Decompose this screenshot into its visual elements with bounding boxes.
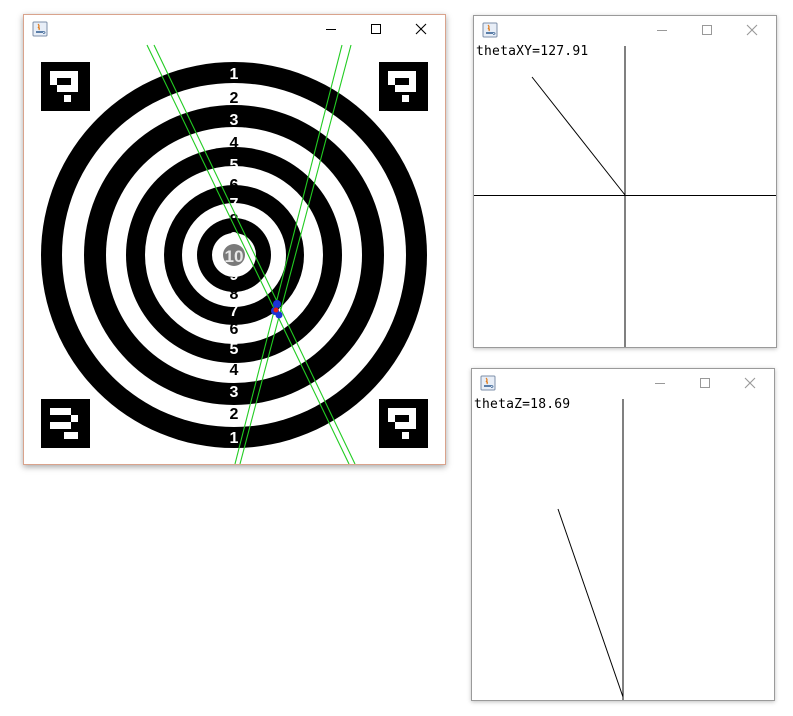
close-icon bbox=[746, 24, 758, 36]
ring-label-3: 3 bbox=[230, 384, 239, 401]
ring-label-5: 5 bbox=[230, 341, 239, 358]
theta-xy-window: thetaXY=127.91 bbox=[473, 15, 777, 348]
maximize-button[interactable] bbox=[685, 16, 729, 44]
ring-label-4: 4 bbox=[230, 135, 239, 152]
java-app-icon bbox=[480, 375, 496, 391]
ring-label-8: 8 bbox=[230, 286, 239, 303]
theta-xy-titlebar[interactable] bbox=[474, 16, 776, 44]
ring-label-3: 3 bbox=[230, 112, 239, 129]
ring-label-2: 2 bbox=[230, 90, 239, 107]
theta-z-window: thetaZ=18.69 bbox=[471, 368, 775, 701]
maximize-icon bbox=[700, 378, 710, 388]
close-icon bbox=[744, 377, 756, 389]
minimize-icon bbox=[655, 383, 665, 384]
ring-label-9: 9 bbox=[230, 267, 239, 284]
theta-xy-canvas: thetaXY=127.91 bbox=[474, 44, 776, 347]
close-button[interactable] bbox=[399, 15, 443, 43]
ring-label-1: 1 bbox=[230, 66, 239, 83]
theta-z-plot bbox=[557, 399, 624, 700]
close-button[interactable] bbox=[728, 369, 772, 397]
maximize-icon bbox=[702, 25, 712, 35]
ring-label-4: 4 bbox=[230, 362, 239, 379]
minimize-button[interactable] bbox=[640, 16, 684, 44]
z-angle-line bbox=[557, 508, 624, 698]
fiducial-marker-bottom-right bbox=[379, 399, 428, 448]
fiducial-marker-bottom-left bbox=[41, 399, 90, 448]
marker-red-center bbox=[273, 307, 279, 313]
fiducial-marker-top-left bbox=[41, 62, 90, 111]
fiducial-marker-top-right bbox=[379, 62, 428, 111]
theta-xy-plot bbox=[474, 46, 776, 347]
target-window: 1 2 3 4 5 6 7 8 9 10 9 8 7 6 5 4 3 2 1 bbox=[23, 14, 446, 465]
java-app-icon bbox=[32, 21, 48, 37]
close-button[interactable] bbox=[730, 16, 774, 44]
ring-label-5: 5 bbox=[230, 157, 239, 174]
ring-label-6: 6 bbox=[230, 321, 239, 338]
minimize-icon bbox=[657, 30, 667, 31]
ring-label-2: 2 bbox=[230, 406, 239, 423]
maximize-icon bbox=[371, 24, 381, 34]
minimize-button[interactable] bbox=[309, 15, 353, 43]
maximize-button[interactable] bbox=[354, 15, 398, 43]
maximize-button[interactable] bbox=[683, 369, 727, 397]
ring-label-1: 1 bbox=[230, 430, 239, 447]
target-drawing: 12345678910987654321 bbox=[41, 44, 428, 464]
minimize-icon bbox=[326, 29, 336, 30]
marker-blue-top bbox=[273, 300, 281, 308]
java-app-icon bbox=[482, 22, 498, 38]
theta-z-canvas: thetaZ=18.69 bbox=[472, 397, 774, 700]
target-window-titlebar[interactable] bbox=[24, 15, 445, 43]
close-icon bbox=[415, 23, 427, 35]
marker-blue-bottom bbox=[275, 311, 283, 319]
ring-label-10: 10 bbox=[225, 247, 244, 266]
ring-label-6: 6 bbox=[230, 177, 239, 194]
minimize-button[interactable] bbox=[638, 369, 682, 397]
xy-angle-line bbox=[531, 76, 626, 196]
theta-z-titlebar[interactable] bbox=[472, 369, 774, 397]
target-canvas: 1 2 3 4 5 6 7 8 9 10 9 8 7 6 5 4 3 2 1 bbox=[24, 43, 445, 464]
ring-label-7: 7 bbox=[230, 303, 239, 320]
